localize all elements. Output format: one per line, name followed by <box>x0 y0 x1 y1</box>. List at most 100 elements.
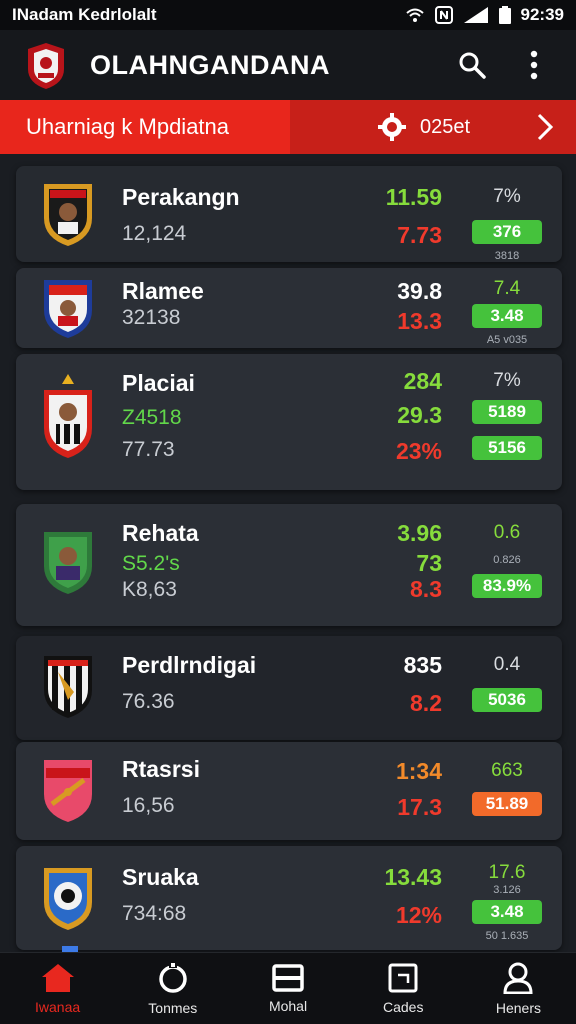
nav-label: Heners <box>495 999 541 1016</box>
team-crest-icon <box>40 180 96 248</box>
team-sub-value: 76.36 <box>122 690 175 713</box>
team-name: Perdlrndigai <box>122 652 257 678</box>
secondary-value: 7.73 <box>397 222 442 248</box>
change-badge: 3.48 <box>472 304 542 328</box>
small-caption: 0.826 <box>493 554 521 566</box>
wifi-icon <box>405 7 425 23</box>
change-badge: 376 <box>472 220 542 244</box>
team-name: Perakangn <box>122 184 240 210</box>
team-name: Rehata <box>122 520 199 546</box>
menu-icon <box>272 963 304 992</box>
team-sub-value: 734:68 <box>122 902 187 925</box>
small-caption: 3.126 <box>493 884 521 896</box>
list-item[interactable]: Rtasrsi 16,56 1:34 17.3 663 51.89 <box>16 742 562 840</box>
battery-icon <box>498 6 511 24</box>
banner-left-text: Uharniag k Mpdiatna <box>26 114 230 139</box>
nav-item-tonmes[interactable]: Tonmes <box>115 953 230 1024</box>
small-caption: A5 v035 <box>486 334 528 346</box>
app-logo-icon <box>20 39 72 91</box>
nav-item-home[interactable]: Iwanaa <box>0 953 115 1024</box>
nav-item-heners[interactable]: Heners <box>461 953 576 1024</box>
list-item[interactable]: Perakangn 12,124 11.59 7.73 7% 376 3818 <box>16 166 562 262</box>
percent-value: 17.6 <box>488 862 526 883</box>
percent-value: 7% <box>493 186 521 207</box>
team-sub-value-2: 77.73 <box>122 438 175 461</box>
change-badge: 5189 <box>472 400 542 424</box>
primary-value: 3.96 <box>397 520 442 546</box>
team-sub-value: 12,124 <box>122 222 187 245</box>
primary-value: 39.8 <box>397 278 442 304</box>
team-sub-value: 32138 <box>122 306 181 329</box>
secondary-value: 12% <box>395 902 442 928</box>
team-sub-value: Z4518 <box>122 406 182 429</box>
nav-label: Iwanaa <box>35 998 81 1015</box>
nav-item-mohal[interactable]: Mohal <box>230 953 345 1024</box>
search-button[interactable] <box>450 43 494 87</box>
tertiary-value: 23% <box>395 438 442 464</box>
change-badge: 51.89 <box>472 792 542 816</box>
change-badge: 3.48 <box>472 900 542 924</box>
team-crest-icon <box>40 276 96 340</box>
team-name: Sruaka <box>122 864 199 890</box>
secondary-value: 8.2 <box>410 690 442 716</box>
percent-value: 0.6 <box>493 522 521 543</box>
banner-left: Uharniag k Mpdiatna <box>0 100 290 154</box>
team-crest-icon <box>40 864 96 932</box>
secondary-value: 13.3 <box>397 308 442 334</box>
team-name: Rtasrsi <box>122 756 200 782</box>
list-item[interactable]: Rehata S5.2's K8,63 3.96 73 8.3 0.6 0.82… <box>16 504 562 626</box>
card-icon <box>388 963 418 992</box>
list-item[interactable]: Placiai Z4518 77.73 284 29.3 23% 7% 5189… <box>16 354 562 490</box>
primary-value: 11.59 <box>385 184 442 210</box>
more-vert-icon <box>530 50 538 80</box>
team-crest-icon <box>40 756 96 824</box>
team-sub-value: 16,56 <box>122 794 175 817</box>
nfc-icon <box>434 6 453 24</box>
status-time: 92:39 <box>520 5 564 24</box>
primary-value: 13.43 <box>384 864 442 890</box>
promo-banner[interactable]: Uharniag k Mpdiatna 025et <box>0 100 576 154</box>
more-options-button[interactable] <box>512 43 556 87</box>
home-icon <box>41 963 74 992</box>
small-caption-2: 50 1.635 <box>485 930 529 942</box>
banner-right: 025et <box>290 100 576 154</box>
percent-value: 0.4 <box>493 654 521 675</box>
nav-label: Tonmes <box>148 999 198 1016</box>
list-item[interactable]: Sruaka 734:68 13.43 12% 17.6 3.126 3.48 … <box>16 846 562 950</box>
primary-value: 1:34 <box>395 758 442 784</box>
team-name: Rlamee <box>122 278 204 304</box>
app-header: OLAHNGANDANA <box>0 30 576 100</box>
list-item[interactable]: Perdlrndigai 76.36 835 8.2 0.4 5036 <box>16 636 562 740</box>
primary-value: 284 <box>403 368 442 394</box>
signal-icon <box>463 6 489 24</box>
team-crest-icon <box>40 528 96 596</box>
team-sub-value: S5.2's <box>122 552 180 575</box>
change-badge: 83.9% <box>472 574 542 598</box>
team-crest-icon <box>40 374 96 460</box>
search-icon <box>459 52 486 79</box>
percent-value: 7.4 <box>493 278 521 299</box>
secondary-value: 73 <box>416 550 442 576</box>
status-left-text: INadam Kedrlolalt <box>12 5 157 24</box>
percent-value: 7% <box>493 370 521 391</box>
team-sub-value-2: K8,63 <box>122 578 177 601</box>
nav-item-cades[interactable]: Cades <box>346 953 461 1024</box>
nav-label: Cades <box>382 998 424 1015</box>
percent-value: 663 <box>491 760 523 781</box>
user-icon <box>503 962 533 994</box>
banner-right-text: 025et <box>420 115 471 138</box>
nav-label: Mohal <box>268 997 308 1014</box>
change-badge-2: 5156 <box>472 436 542 460</box>
app-title: OLAHNGANDANA <box>90 49 330 80</box>
status-bar: INadam Kedrlolalt 92:39 <box>0 0 576 30</box>
change-badge: 5036 <box>472 688 542 712</box>
bottom-navigation: Iwanaa Tonmes Mohal Cades Heners <box>0 952 576 1024</box>
gear-icon <box>378 113 406 141</box>
team-name: Placiai <box>122 370 195 396</box>
chevron-right-icon[interactable] <box>536 112 554 142</box>
small-caption: 3818 <box>494 250 520 262</box>
refresh-icon <box>159 961 187 993</box>
secondary-value: 17.3 <box>397 794 442 820</box>
list-item[interactable]: Rlamee 32138 39.8 13.3 7.4 3.48 A5 v035 <box>16 268 562 348</box>
primary-value: 835 <box>403 652 442 678</box>
